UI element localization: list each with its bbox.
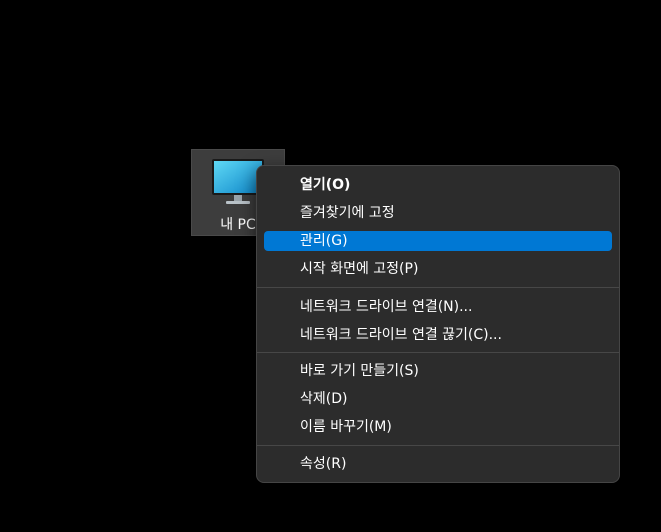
menu-separator bbox=[257, 445, 619, 446]
menu-separator bbox=[257, 287, 619, 288]
menu-separator bbox=[257, 352, 619, 353]
context-menu: 열기(O) 즐겨찾기에 고정 관리(G) 시작 화면에 고정(P) 네트워크 드… bbox=[256, 165, 620, 483]
menu-item-open[interactable]: 열기(O) bbox=[264, 175, 612, 195]
menu-item-rename[interactable]: 이름 바꾸기(M) bbox=[264, 417, 612, 437]
menu-item-create-shortcut[interactable]: 바로 가기 만들기(S) bbox=[264, 361, 612, 381]
menu-item-delete[interactable]: 삭제(D) bbox=[264, 389, 612, 409]
menu-item-map-network-drive[interactable]: 네트워크 드라이브 연결(N)... bbox=[264, 297, 612, 317]
desktop: 내 PC 열기(O) 즐겨찾기에 고정 관리(G) 시작 화면에 고정(P) 네… bbox=[0, 0, 661, 532]
menu-item-pin-to-start[interactable]: 시작 화면에 고정(P) bbox=[264, 259, 612, 279]
menu-item-disconnect-network-drive[interactable]: 네트워크 드라이브 연결 끊기(C)... bbox=[264, 325, 612, 345]
menu-item-manage[interactable]: 관리(G) bbox=[264, 231, 612, 251]
menu-item-pin-to-quick-access[interactable]: 즐겨찾기에 고정 bbox=[264, 203, 612, 223]
menu-item-properties[interactable]: 속성(R) bbox=[264, 454, 612, 474]
